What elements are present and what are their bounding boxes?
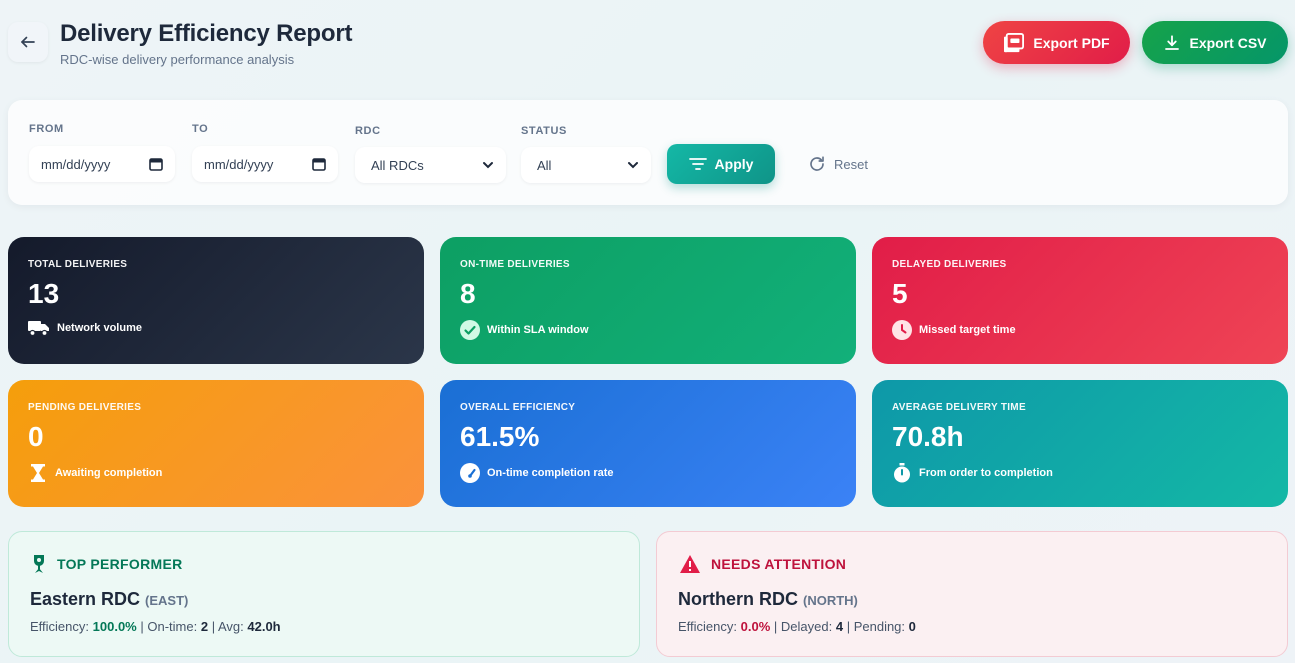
refresh-icon — [810, 156, 824, 171]
card-note-text: Network volume — [57, 322, 142, 334]
overall-efficiency-card: OVERALL EFFICIENCY 61.5% On-time complet… — [440, 380, 856, 507]
needs-attention-name: Northern RDC — [678, 589, 798, 609]
truck-icon — [28, 321, 49, 336]
needs-attention-stats: Efficiency: 0.0% | Delayed: 4 | Pending:… — [678, 619, 916, 634]
efficiency-label: Efficiency: — [30, 619, 90, 634]
needs-attention-heading: NEEDS ATTENTION — [679, 554, 846, 574]
card-label: OVERALL EFFICIENCY — [460, 402, 576, 413]
card-value: 13 — [28, 278, 60, 309]
calendar-icon — [149, 158, 163, 171]
gauge-icon — [460, 463, 480, 483]
back-button[interactable] — [8, 22, 48, 62]
chevron-down-icon — [483, 162, 493, 169]
arrow-left-icon — [21, 36, 35, 48]
card-note-text: Missed target time — [919, 324, 1016, 336]
export-csv-label: Export CSV — [1189, 34, 1267, 51]
to-label: TO — [192, 123, 209, 135]
top-performer-name: Eastern RDC — [30, 589, 141, 609]
card-label: PENDING DELIVERIES — [28, 402, 142, 413]
rdc-select[interactable]: All RDCs — [355, 147, 506, 183]
needs-attention-heading-text: NEEDS ATTENTION — [711, 556, 847, 572]
delayed-label: Delayed: — [780, 619, 833, 634]
pending-label: Pending: — [853, 619, 906, 634]
top-performer-rdc: Eastern RDC (EAST) — [30, 589, 188, 610]
card-note-text: Within SLA window — [487, 324, 589, 336]
card-value: 8 — [460, 278, 476, 309]
export-pdf-button[interactable]: Export PDF — [983, 21, 1130, 64]
apply-button[interactable]: Apply — [667, 144, 775, 184]
pdf-file-icon — [1004, 32, 1025, 52]
delayed-deliveries-card: DELAYED DELIVERIES 5 Missed target time — [872, 237, 1288, 364]
filter-bar: FROM mm/dd/yyyy TO mm/dd/yyyy RDC All RD… — [8, 100, 1288, 205]
rdc-label: RDC — [355, 125, 381, 137]
card-note-text: Awaiting completion — [55, 467, 163, 479]
reset-button[interactable]: Reset — [808, 152, 868, 176]
efficiency-label: Efficiency: — [678, 619, 738, 634]
clock-icon — [892, 320, 912, 340]
export-csv-button[interactable]: Export CSV — [1142, 21, 1288, 64]
warning-icon — [680, 555, 700, 573]
needs-attention-rdc: Northern RDC (NORTH) — [678, 589, 858, 610]
top-performer-heading: TOP PERFORMER — [31, 554, 183, 574]
ontime-label: On-time: — [147, 619, 198, 634]
chevron-down-icon — [628, 162, 638, 169]
card-note: Awaiting completion — [28, 463, 404, 483]
card-note: On-time completion rate — [460, 463, 836, 483]
delayed-value: 4 — [835, 619, 844, 634]
calendar-icon — [312, 158, 326, 171]
avg-value: 42.0h — [247, 619, 281, 634]
ontime-value: 2 — [200, 619, 209, 634]
card-label: ON-TIME DELIVERIES — [460, 259, 570, 270]
card-label: DELAYED DELIVERIES — [892, 259, 1007, 270]
needs-attention-code: (NORTH) — [803, 593, 858, 608]
card-note-text: From order to completion — [919, 467, 1053, 479]
card-note-text: On-time completion rate — [487, 467, 614, 479]
avg-label: Avg: — [217, 619, 244, 634]
card-note: Network volume — [28, 320, 404, 336]
efficiency-value: 100.0% — [92, 619, 137, 634]
hourglass-icon — [31, 464, 45, 482]
card-note: Missed target time — [892, 320, 1268, 340]
page-header: Delivery Efficiency Report RDC-wise deli… — [8, 20, 1288, 72]
ontime-deliveries-card: ON-TIME DELIVERIES 8 Within SLA window — [440, 237, 856, 364]
card-value: 70.8h — [892, 421, 964, 452]
card-value: 0 — [28, 421, 44, 452]
award-icon — [34, 555, 44, 573]
card-value: 5 — [892, 278, 908, 309]
card-note: Within SLA window — [460, 320, 836, 340]
reset-label: Reset — [834, 156, 868, 172]
card-value: 61.5% — [460, 421, 540, 452]
check-circle-icon — [460, 320, 480, 340]
from-date-input[interactable]: mm/dd/yyyy — [29, 146, 175, 182]
pending-value: 0 — [908, 619, 916, 634]
to-date-input[interactable]: mm/dd/yyyy — [192, 146, 338, 182]
export-pdf-label: Export PDF — [1033, 34, 1110, 51]
rdc-select-value: All RDCs — [371, 157, 424, 173]
needs-attention-panel: NEEDS ATTENTION Northern RDC (NORTH) Eff… — [656, 531, 1288, 657]
stopwatch-icon — [894, 463, 910, 483]
page-title: Delivery Efficiency Report — [60, 20, 353, 47]
top-performer-panel: TOP PERFORMER Eastern RDC (EAST) Efficie… — [8, 531, 640, 657]
apply-label: Apply — [714, 156, 754, 172]
top-performer-stats: Efficiency: 100.0% | On-time: 2 | Avg: 4… — [30, 619, 281, 634]
status-select[interactable]: All — [521, 147, 651, 183]
download-icon — [1165, 34, 1180, 50]
pending-deliveries-card: PENDING DELIVERIES 0 Awaiting completion — [8, 380, 424, 507]
total-deliveries-card: TOTAL DELIVERIES 13 Network volume — [8, 237, 424, 364]
page-subtitle: RDC-wise delivery performance analysis — [60, 52, 295, 67]
average-delivery-time-card: AVERAGE DELIVERY TIME 70.8h From order t… — [872, 380, 1288, 507]
efficiency-value: 0.0% — [740, 619, 771, 634]
card-label: AVERAGE DELIVERY TIME — [892, 402, 1026, 413]
status-label: STATUS — [521, 125, 567, 137]
to-date-value: mm/dd/yyyy — [204, 156, 274, 172]
card-note: From order to completion — [892, 463, 1268, 483]
top-performer-code: (EAST) — [145, 593, 189, 608]
top-performer-heading-text: TOP PERFORMER — [57, 556, 183, 572]
from-label: FROM — [29, 123, 64, 135]
status-select-value: All — [537, 157, 552, 173]
card-label: TOTAL DELIVERIES — [28, 259, 128, 270]
filter-icon — [688, 158, 707, 170]
from-date-value: mm/dd/yyyy — [41, 156, 111, 172]
